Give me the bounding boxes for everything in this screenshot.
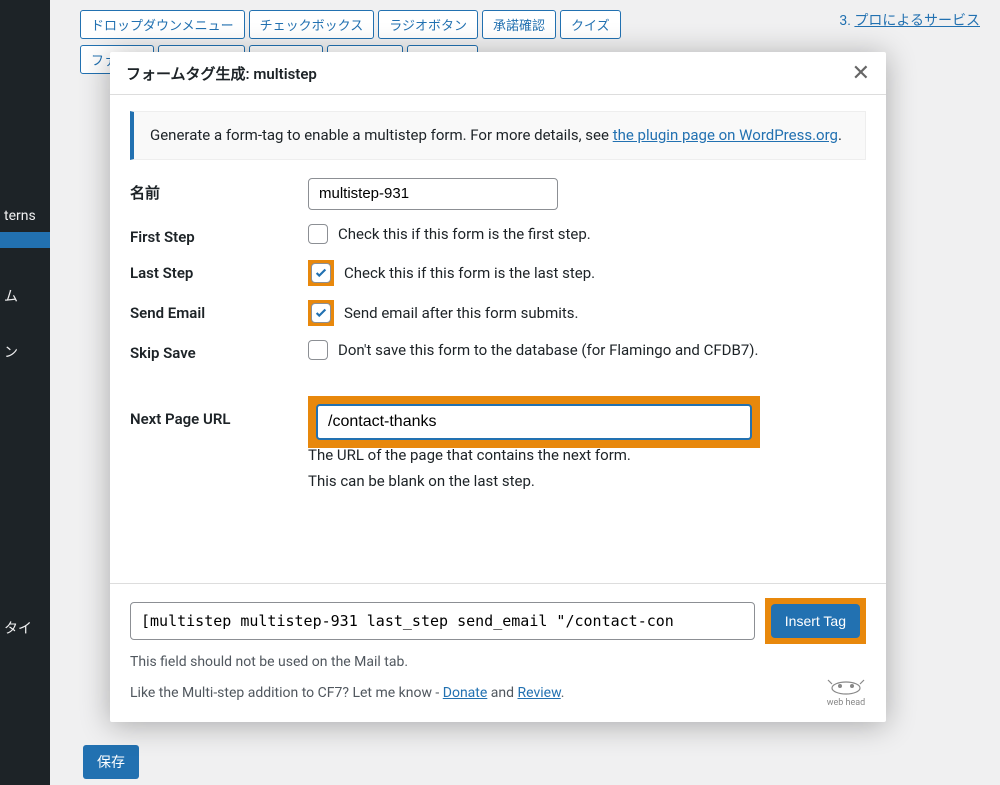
footer-top: Insert Tag: [130, 598, 866, 644]
donate-mid: and: [487, 685, 517, 701]
send-email-checkbox[interactable]: [311, 303, 331, 323]
checkmark-icon: [314, 266, 328, 280]
row-send-email: Send Email Send email after this form su…: [130, 300, 866, 326]
next-url-desc1: The URL of the page that contains the ne…: [308, 444, 866, 467]
highlight-send-email: [308, 300, 334, 326]
label-last-step: Last Step: [130, 260, 308, 282]
footer-bottom: Like the Multi-step addition to CF7? Let…: [130, 678, 866, 708]
footer-donate: Like the Multi-step addition to CF7? Let…: [130, 685, 564, 701]
footer-note: This field should not be used on the Mai…: [130, 654, 866, 670]
label-first-step: First Step: [130, 224, 308, 246]
next-url-desc2: This can be blank on the last step.: [308, 470, 866, 493]
donate-link[interactable]: Donate: [443, 685, 488, 701]
checkmark-icon: [314, 306, 328, 320]
last-step-checkbox[interactable]: [311, 263, 331, 283]
plugin-page-link[interactable]: the plugin page on WordPress.org: [613, 126, 838, 144]
modal-footer: Insert Tag This field should not be used…: [110, 583, 886, 722]
first-step-checkbox[interactable]: [308, 224, 328, 244]
label-name: 名前: [130, 178, 308, 203]
info-box: Generate a form-tag to enable a multiste…: [130, 111, 866, 160]
highlight-last-step: [308, 260, 334, 286]
close-icon[interactable]: ✕: [852, 60, 870, 86]
row-last-step: Last Step Check this if this form is the…: [130, 260, 866, 286]
highlight-url-field: [308, 396, 760, 448]
shortcode-input[interactable]: [130, 602, 755, 640]
form-tag-modal: フォームタグ生成: multistep ✕ Generate a form-ta…: [110, 52, 886, 722]
label-next-url: Next Page URL: [130, 396, 308, 428]
row-next-url: Next Page URL The URL of the page that c…: [130, 396, 866, 493]
webhead-logo: web head: [826, 678, 866, 708]
review-link[interactable]: Review: [518, 685, 561, 701]
info-text-after: .: [838, 126, 842, 144]
skip-save-desc: Don't save this form to the database (fo…: [338, 341, 758, 359]
insert-tag-button[interactable]: Insert Tag: [771, 604, 860, 638]
donate-after: .: [561, 685, 565, 701]
info-text-before: Generate a form-tag to enable a multiste…: [150, 126, 613, 144]
first-step-desc: Check this if this form is the first ste…: [338, 225, 591, 243]
row-name: 名前: [130, 178, 866, 210]
modal-title: フォームタグ生成: multistep: [126, 63, 317, 84]
name-input[interactable]: [308, 178, 558, 210]
last-step-desc: Check this if this form is the last step…: [344, 264, 595, 282]
label-skip-save: Skip Save: [130, 340, 308, 362]
skip-save-checkbox[interactable]: [308, 340, 328, 360]
modal-overlay: フォームタグ生成: multistep ✕ Generate a form-ta…: [0, 0, 1000, 785]
webhead-icon: [826, 678, 866, 696]
highlight-insert-btn: Insert Tag: [765, 598, 866, 644]
row-skip-save: Skip Save Don't save this form to the da…: [130, 340, 866, 362]
send-email-desc: Send email after this form submits.: [344, 304, 579, 322]
label-send-email: Send Email: [130, 300, 308, 322]
donate-before: Like the Multi-step addition to CF7? Let…: [130, 685, 443, 701]
modal-header: フォームタグ生成: multistep ✕: [110, 52, 886, 95]
next-url-input[interactable]: [316, 404, 752, 440]
modal-body: Generate a form-tag to enable a multiste…: [110, 95, 886, 583]
row-first-step: First Step Check this if this form is th…: [130, 224, 866, 246]
webhead-text: web head: [827, 698, 866, 708]
